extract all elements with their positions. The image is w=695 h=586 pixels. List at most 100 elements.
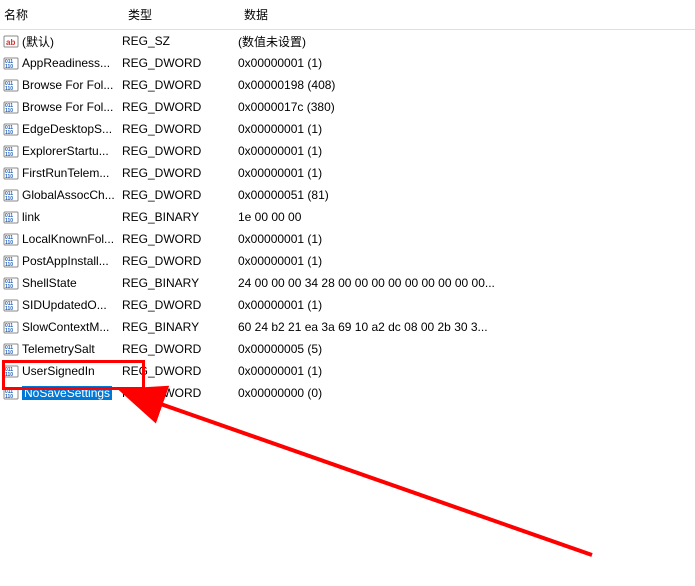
value-name[interactable]: NoSaveSettings: [20, 386, 122, 400]
value-type: REG_DWORD: [122, 342, 238, 356]
svg-text:110: 110: [5, 64, 13, 70]
registry-value-row[interactable]: 011110Browse For Fol...REG_DWORD0x000001…: [0, 96, 695, 118]
svg-text:110: 110: [5, 394, 13, 400]
value-type: REG_DWORD: [122, 386, 238, 400]
value-name[interactable]: EdgeDesktopS...: [20, 122, 122, 136]
value-name[interactable]: Browse For Fol...: [20, 78, 122, 92]
value-data: 0x0000017c (380): [238, 100, 695, 114]
value-data: 0x00000001 (1): [238, 254, 695, 268]
value-name[interactable]: PostAppInstall...: [20, 254, 122, 268]
value-data: 0x00000051 (81): [238, 188, 695, 202]
registry-list-view[interactable]: 名称 类型 数据 ab(默认)REG_SZ(数值未设置)011110AppRea…: [0, 0, 695, 404]
value-type: REG_DWORD: [122, 298, 238, 312]
value-type: REG_DWORD: [122, 56, 238, 70]
svg-text:ab: ab: [6, 38, 15, 47]
reg-binary-icon: 011110: [3, 77, 19, 93]
value-name[interactable]: Browse For Fol...: [20, 100, 122, 114]
registry-value-row[interactable]: 011110SIDUpdatedO...REG_DWORD0x00000001 …: [0, 294, 695, 316]
registry-value-row[interactable]: ab(默认)REG_SZ(数值未设置): [0, 30, 695, 52]
reg-binary-icon: 011110: [3, 143, 19, 159]
registry-value-row[interactable]: 011110UserSignedInREG_DWORD0x00000001 (1…: [0, 360, 695, 382]
value-name[interactable]: SlowContextM...: [20, 320, 122, 334]
svg-text:110: 110: [5, 196, 13, 202]
reg-binary-icon: 011110: [3, 55, 19, 71]
reg-binary-icon: 011110: [3, 275, 19, 291]
value-data: 0x00000001 (1): [238, 364, 695, 378]
registry-value-row[interactable]: 011110AppReadiness...REG_DWORD0x00000001…: [0, 52, 695, 74]
header-name[interactable]: 名称: [0, 4, 122, 25]
value-name[interactable]: TelemetrySalt: [20, 342, 122, 356]
registry-value-row[interactable]: 011110NoSaveSettingsREG_DWORD0x00000000 …: [0, 382, 695, 404]
value-data: 60 24 b2 21 ea 3a 69 10 a2 dc 08 00 2b 3…: [238, 320, 695, 334]
reg-binary-icon: 011110: [3, 253, 19, 269]
reg-string-icon: ab: [3, 33, 19, 49]
value-data: 0x00000005 (5): [238, 342, 695, 356]
value-data: 24 00 00 00 34 28 00 00 00 00 00 00 00 0…: [238, 276, 695, 290]
value-data: 0x00000000 (0): [238, 386, 695, 400]
value-data: 0x00000001 (1): [238, 232, 695, 246]
svg-text:110: 110: [5, 350, 13, 356]
value-name[interactable]: LocalKnownFol...: [20, 232, 122, 246]
registry-value-row[interactable]: 011110LocalKnownFol...REG_DWORD0x0000000…: [0, 228, 695, 250]
reg-binary-icon: 011110: [3, 187, 19, 203]
svg-text:110: 110: [5, 284, 13, 290]
reg-binary-icon: 011110: [3, 319, 19, 335]
svg-text:110: 110: [5, 86, 13, 92]
value-type: REG_DWORD: [122, 254, 238, 268]
value-name[interactable]: (默认): [20, 33, 122, 50]
value-name[interactable]: link: [20, 210, 122, 224]
reg-binary-icon: 011110: [3, 231, 19, 247]
svg-text:110: 110: [5, 130, 13, 136]
svg-text:110: 110: [5, 262, 13, 268]
reg-binary-icon: 011110: [3, 99, 19, 115]
value-name[interactable]: ExplorerStartu...: [20, 144, 122, 158]
registry-value-row[interactable]: 011110TelemetrySaltREG_DWORD0x00000005 (…: [0, 338, 695, 360]
value-data: 0x00000001 (1): [238, 166, 695, 180]
registry-value-row[interactable]: 011110linkREG_BINARY1e 00 00 00: [0, 206, 695, 228]
svg-text:110: 110: [5, 306, 13, 312]
value-type: REG_BINARY: [122, 210, 238, 224]
reg-binary-icon: 011110: [3, 341, 19, 357]
svg-text:110: 110: [5, 152, 13, 158]
value-type: REG_BINARY: [122, 276, 238, 290]
value-name[interactable]: ShellState: [20, 276, 122, 290]
registry-value-row[interactable]: 011110ExplorerStartu...REG_DWORD0x000000…: [0, 140, 695, 162]
reg-binary-icon: 011110: [3, 165, 19, 181]
value-type: REG_DWORD: [122, 232, 238, 246]
registry-value-row[interactable]: 011110ShellStateREG_BINARY24 00 00 00 34…: [0, 272, 695, 294]
value-name[interactable]: SIDUpdatedO...: [20, 298, 122, 312]
value-data: 0x00000001 (1): [238, 122, 695, 136]
registry-value-row[interactable]: 011110EdgeDesktopS...REG_DWORD0x00000001…: [0, 118, 695, 140]
reg-binary-icon: 011110: [3, 385, 19, 401]
value-name[interactable]: GlobalAssocCh...: [20, 188, 122, 202]
value-name[interactable]: UserSignedIn: [20, 364, 122, 378]
reg-binary-icon: 011110: [3, 297, 19, 313]
value-type: REG_SZ: [122, 34, 238, 48]
svg-text:110: 110: [5, 372, 13, 378]
registry-value-row[interactable]: 011110FirstRunTelem...REG_DWORD0x0000000…: [0, 162, 695, 184]
value-data: 1e 00 00 00: [238, 210, 695, 224]
svg-text:110: 110: [5, 240, 13, 246]
registry-value-row[interactable]: 011110PostAppInstall...REG_DWORD0x000000…: [0, 250, 695, 272]
registry-value-row[interactable]: 011110GlobalAssocCh...REG_DWORD0x0000005…: [0, 184, 695, 206]
value-data: 0x00000001 (1): [238, 56, 695, 70]
reg-binary-icon: 011110: [3, 363, 19, 379]
value-name[interactable]: AppReadiness...: [20, 56, 122, 70]
reg-binary-icon: 011110: [3, 121, 19, 137]
value-data: 0x00000001 (1): [238, 144, 695, 158]
value-type: REG_DWORD: [122, 166, 238, 180]
svg-text:110: 110: [5, 218, 13, 224]
header-data[interactable]: 数据: [238, 4, 695, 25]
registry-value-row[interactable]: 011110SlowContextM...REG_BINARY60 24 b2 …: [0, 316, 695, 338]
reg-binary-icon: 011110: [3, 209, 19, 225]
value-type: REG_DWORD: [122, 188, 238, 202]
svg-text:110: 110: [5, 108, 13, 114]
value-type: REG_DWORD: [122, 364, 238, 378]
value-data: 0x00000198 (408): [238, 78, 695, 92]
svg-text:110: 110: [5, 328, 13, 334]
registry-value-row[interactable]: 011110Browse For Fol...REG_DWORD0x000001…: [0, 74, 695, 96]
value-data: 0x00000001 (1): [238, 298, 695, 312]
header-type[interactable]: 类型: [122, 4, 238, 25]
value-type: REG_DWORD: [122, 78, 238, 92]
value-name[interactable]: FirstRunTelem...: [20, 166, 122, 180]
